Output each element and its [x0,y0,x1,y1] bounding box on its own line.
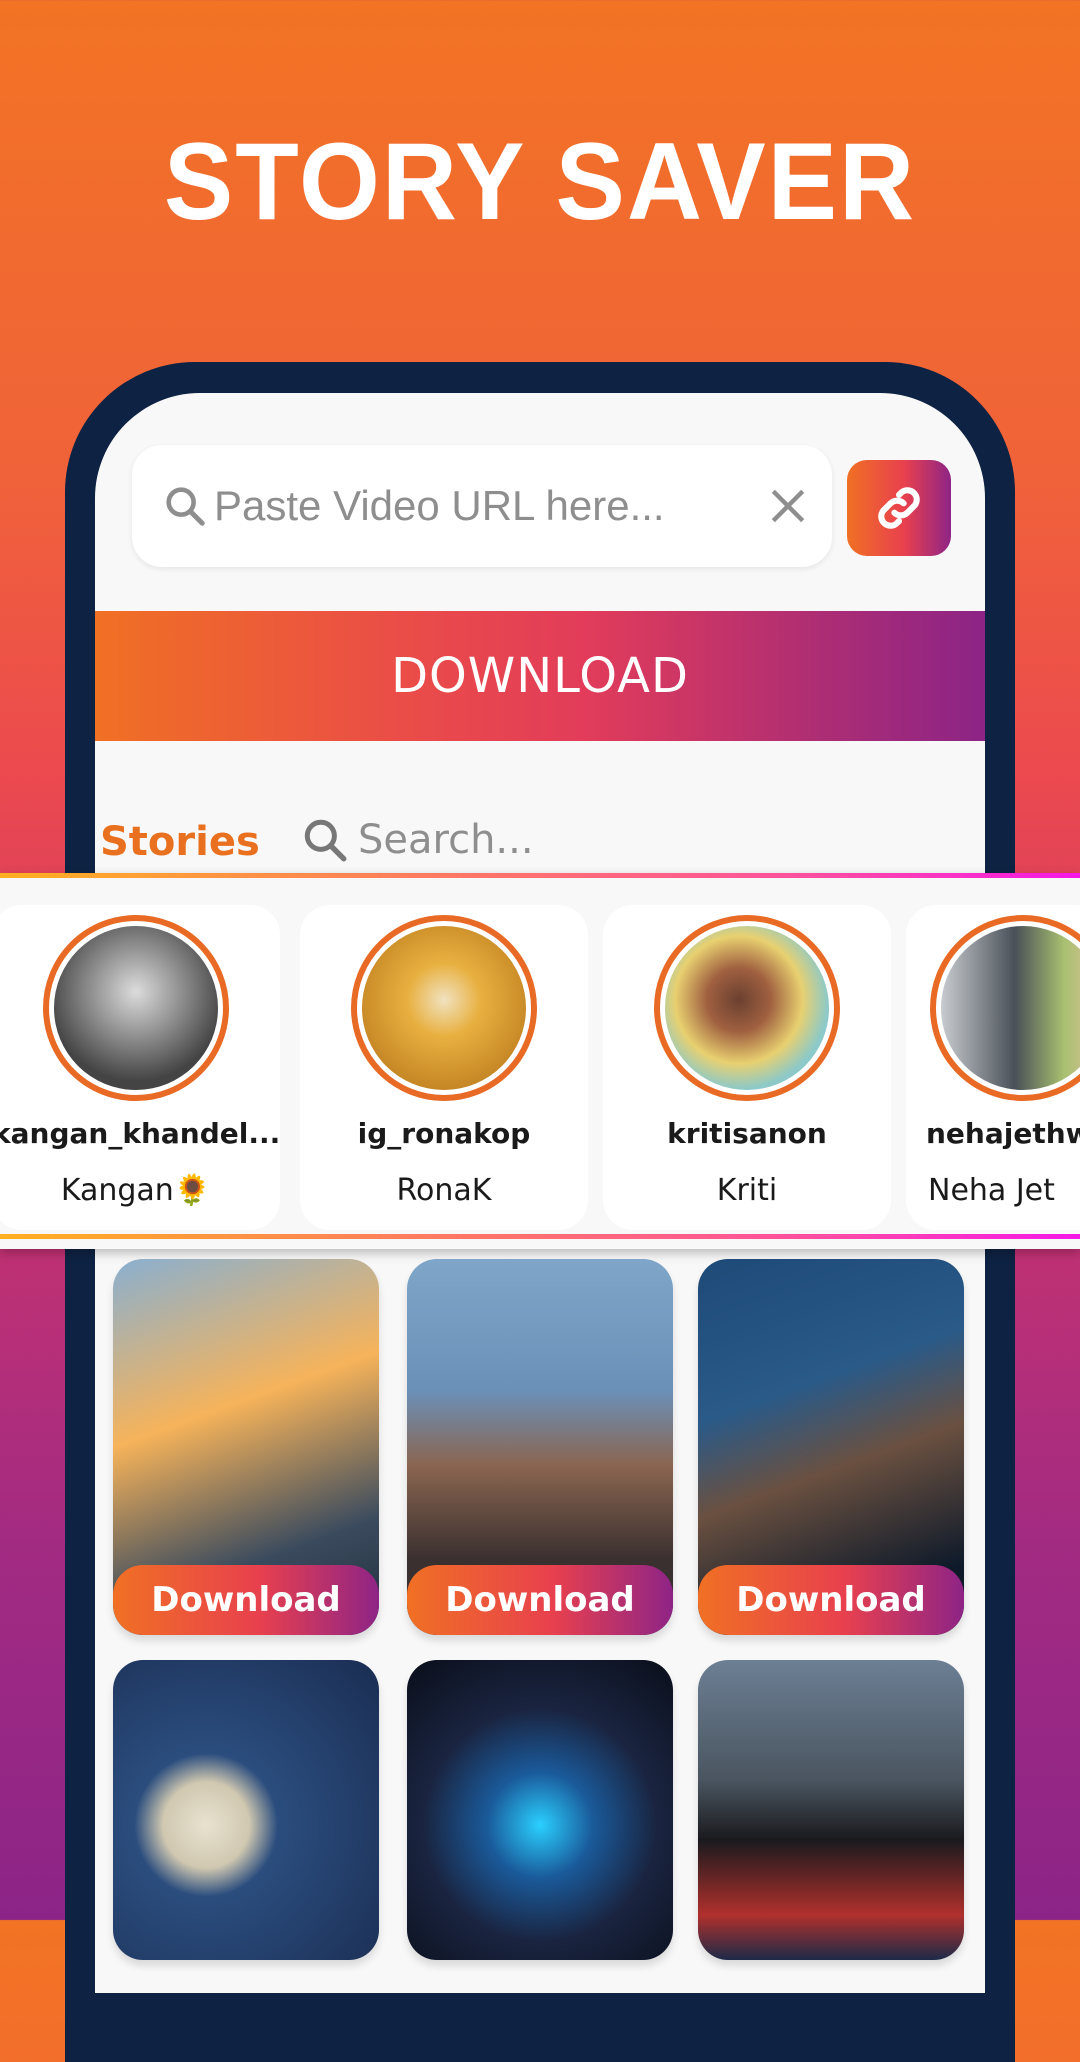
story-username: ig_ronakop [357,1117,531,1150]
url-placeholder[interactable]: Paste Video URL here... [214,482,766,530]
media-download-button[interactable]: Download [407,1565,673,1635]
search-icon [304,819,347,862]
media-card[interactable]: Download [698,1259,964,1635]
media-download-button[interactable]: Download [698,1565,964,1635]
url-input[interactable]: Paste Video URL here... [132,445,832,567]
avatar [665,926,829,1090]
story-card[interactable]: kritisanon Kriti [603,905,891,1230]
story-card[interactable]: ig_ronakop RonaK [300,905,588,1230]
stories-search-input[interactable]: Search... [300,815,534,865]
media-thumbnail [698,1660,964,1960]
story-display-name: Neha Jet [928,1173,1055,1208]
media-card[interactable] [698,1660,964,1960]
download-button[interactable]: DOWNLOAD [95,611,985,741]
avatar-ring [654,915,840,1101]
avatar [54,926,218,1090]
story-display-name: RonaK [396,1173,492,1208]
avatar-ring [930,915,1080,1101]
clear-icon[interactable] [766,484,810,528]
media-thumbnail [113,1660,379,1960]
avatar [941,926,1080,1090]
stories-search-placeholder[interactable]: Search... [358,817,534,863]
story-display-name: Kangan🌻 [60,1173,212,1208]
media-thumbnail [407,1660,673,1960]
story-username: kangan_khandel... [0,1117,280,1150]
story-card[interactable]: kangan_khandel... Kangan🌻 [0,905,280,1230]
stories-tab[interactable]: Stories [100,819,260,865]
story-username: nehajethw [926,1117,1080,1150]
story-display-name: Kriti [716,1173,778,1208]
link-icon [878,487,920,529]
media-card[interactable] [113,1660,379,1960]
search-icon [166,487,205,526]
media-card[interactable]: Download [407,1259,673,1635]
app-headline: STORY SAVER [163,121,917,243]
avatar-ring [43,915,229,1101]
media-card[interactable] [407,1660,673,1960]
media-card[interactable]: Download [113,1259,379,1635]
paste-link-button[interactable] [847,460,951,556]
story-card[interactable]: nehajethw Neha Jet [906,905,1080,1230]
media-download-button[interactable]: Download [113,1565,379,1635]
avatar-ring [351,915,537,1101]
strip-top-border [0,873,1080,878]
strip-bottom-border [0,1234,1080,1239]
avatar [362,926,526,1090]
story-username: kritisanon [667,1117,827,1150]
